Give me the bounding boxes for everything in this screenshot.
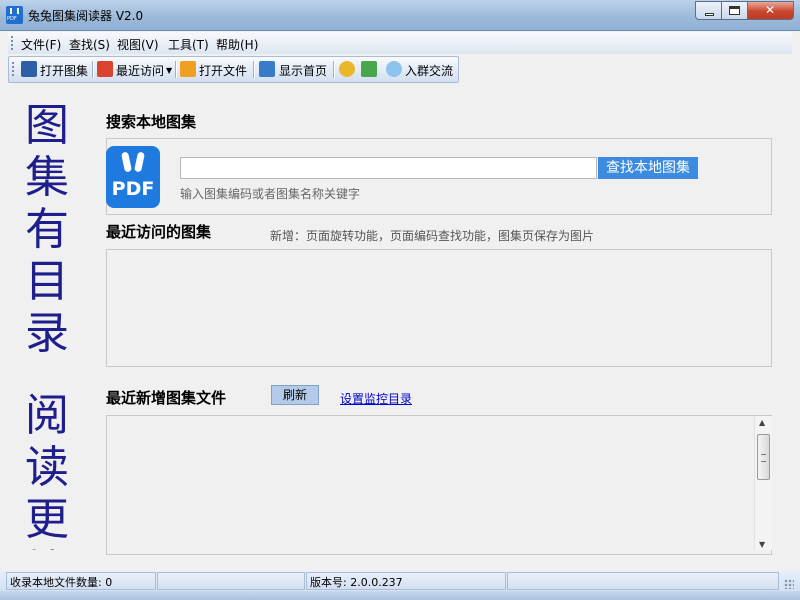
menu-help[interactable]: 帮助(H) xyxy=(216,36,258,53)
status-version: 版本号: 2.0.0.237 xyxy=(306,572,506,590)
search-input[interactable] xyxy=(180,157,597,179)
caption-buttons xyxy=(695,1,794,21)
slogan-char: 目 xyxy=(25,256,69,307)
window-title: 兔兔图集阅读器 V2.0 xyxy=(28,9,144,23)
menu-file[interactable]: 文件(F) xyxy=(21,36,61,53)
find-local-album-button[interactable]: 查找本地图集 xyxy=(598,157,698,179)
slogan-char: 录 xyxy=(25,308,69,359)
minimize-button[interactable] xyxy=(695,1,722,20)
menu-tools[interactable]: 工具(T) xyxy=(168,36,209,53)
slogan-char: 更 xyxy=(25,494,69,545)
new-files-list[interactable] xyxy=(106,415,772,555)
set-monitor-dir-link[interactable]: 设置监控目录 xyxy=(340,390,412,407)
menu-view[interactable]: 视图(V) xyxy=(117,36,159,53)
new-files-scrollbar[interactable]: ▲ ▼ xyxy=(754,416,772,550)
maximize-button[interactable] xyxy=(722,1,748,20)
slogan-char: 阅 xyxy=(25,390,69,441)
resize-grip-icon[interactable] xyxy=(784,579,794,589)
show-home-button[interactable]: 显示首页 xyxy=(279,62,327,79)
pdf-logo-text: PDF xyxy=(111,178,155,200)
search-section-title: 搜索本地图集 xyxy=(106,113,197,131)
window-bottom-frame xyxy=(0,591,800,600)
app-logo-icon xyxy=(6,6,23,24)
search-icon xyxy=(21,61,37,77)
title-bar[interactable]: 兔兔图集阅读器 V2.0 xyxy=(0,0,800,31)
slogan-char: 图 xyxy=(25,100,69,151)
slogan-line-1: 图 集 有 目 录 xyxy=(22,100,72,360)
new-files-section-title: 最近新增图集文件 xyxy=(106,389,227,407)
open-album-button[interactable]: 打开图集 xyxy=(40,62,88,79)
qq-icon xyxy=(386,61,402,77)
check-icon[interactable] xyxy=(361,61,377,77)
toolbar-grip-icon[interactable] xyxy=(12,62,14,76)
slogan-char: 集 xyxy=(25,152,69,203)
status-cell-4 xyxy=(507,572,779,590)
slogan-line-2: 阅 读 更 块 xyxy=(22,390,72,550)
recent-visits-button[interactable]: 最近访问 xyxy=(116,62,164,79)
toolbar-separator xyxy=(333,61,335,78)
scroll-up-icon[interactable]: ▲ xyxy=(759,418,765,427)
slogan-char: 有 xyxy=(25,204,69,255)
join-group-button[interactable]: 入群交流 xyxy=(405,62,453,79)
menu-bar: 文件(F) 查找(S) 视图(V) 工具(T) 帮助(H) xyxy=(8,32,792,54)
recent-section-title: 最近访问的图集 xyxy=(106,223,212,241)
slogan-char: 块 xyxy=(22,546,72,550)
status-cell-2 xyxy=(157,572,305,590)
menubar-grip-icon[interactable] xyxy=(11,36,13,50)
scroll-thumb[interactable] xyxy=(757,434,770,480)
app-window: 兔兔图集阅读器 V2.0 文件(F) 查找(S) 视图(V) 工具(T) 帮助(… xyxy=(0,0,800,600)
refresh-button[interactable]: 刷新 xyxy=(271,385,319,405)
status-file-count: 收录本地文件数量: 0 xyxy=(6,572,156,590)
rabbit-ears-icon xyxy=(122,152,144,174)
toolbar-separator xyxy=(92,61,94,78)
slogan-char: 读 xyxy=(25,442,69,493)
recent-albums-list[interactable] xyxy=(106,249,772,367)
pdf-logo-icon: PDF xyxy=(106,146,160,208)
menu-search[interactable]: 查找(S) xyxy=(69,36,110,53)
recent-icon xyxy=(97,61,113,77)
toolbar-separator xyxy=(175,61,177,78)
open-file-button[interactable]: 打开文件 xyxy=(199,62,247,79)
home-icon xyxy=(259,61,275,77)
folder-icon xyxy=(180,61,196,77)
whats-new-text: 新增：页面旋转功能，页面编码查找功能，图集页保存为图片 xyxy=(270,229,595,243)
toolbar: 打开图集 最近访问 ▼ 打开文件 显示首页 入群交流 xyxy=(8,56,459,83)
new-badge-icon[interactable] xyxy=(339,61,355,77)
close-button[interactable] xyxy=(748,1,794,20)
search-hint: 输入图集编码或者图集名称关键字 xyxy=(180,187,361,201)
chevron-down-icon[interactable]: ▼ xyxy=(166,66,172,75)
scroll-down-icon[interactable]: ▼ xyxy=(759,540,765,549)
toolbar-separator xyxy=(253,61,255,78)
